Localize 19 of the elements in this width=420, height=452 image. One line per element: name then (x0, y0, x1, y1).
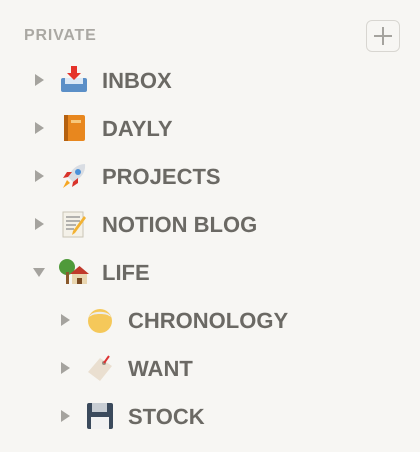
caret-icon[interactable] (58, 313, 72, 327)
page-title[interactable]: WANT (128, 352, 193, 384)
page-title[interactable]: PROJECTS (102, 160, 221, 192)
caret-icon[interactable] (58, 361, 72, 375)
plus-icon (373, 26, 393, 46)
page-title[interactable]: INBOX (102, 64, 172, 96)
page-title[interactable]: CHRONOLOGY (128, 304, 288, 336)
caret-icon[interactable] (32, 265, 46, 279)
caret-icon[interactable] (32, 73, 46, 87)
caret-icon[interactable] (32, 121, 46, 135)
caret-icon[interactable] (32, 217, 46, 231)
page-title[interactable]: DAYLY (102, 112, 173, 144)
section-title: PRIVATE (24, 26, 97, 46)
add-button[interactable] (366, 20, 400, 52)
page-title[interactable]: NOTION BLOG (102, 208, 258, 240)
caret-icon[interactable] (58, 409, 72, 423)
caret-icon[interactable] (32, 169, 46, 183)
page-title[interactable]: STOCK (128, 400, 205, 432)
page-title[interactable]: LIFE (102, 256, 150, 288)
